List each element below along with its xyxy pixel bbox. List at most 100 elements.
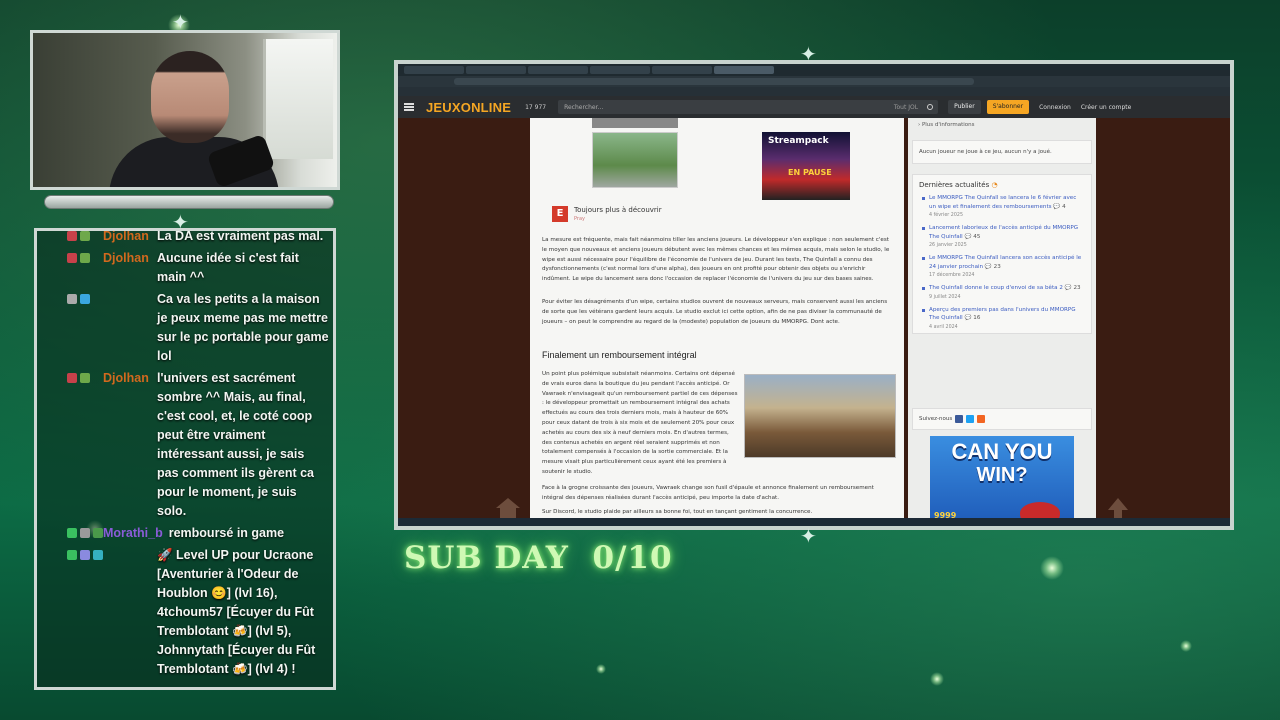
news-item[interactable]: Lancement laborieux de l'accès anticipé … [913, 221, 1091, 251]
follow-label: Suivez-nous [919, 416, 953, 422]
more-info-link[interactable]: › Plus d'informations [918, 122, 975, 128]
comment-count: 23 [1073, 285, 1081, 291]
chat-badge-icon [67, 253, 77, 263]
article-heading: Finalement un remboursement intégral [542, 350, 697, 360]
streamer-head [151, 51, 229, 143]
comment-icon: 💬 [1062, 285, 1074, 291]
comment-count: 45 [973, 233, 981, 240]
comment-icon: 💬 [962, 233, 974, 240]
chat-message: Djolhan La DA est vraiment pas mal. [67, 231, 329, 246]
news-link[interactable]: Lancement laborieux de l'accès anticipé … [929, 224, 1083, 241]
article-thumbnail[interactable] [592, 118, 678, 128]
subscribe-button[interactable]: S'abonner [986, 100, 1030, 114]
advertisement-banner[interactable]: CAN YOU WIN? 9999 [930, 436, 1074, 526]
chat-username[interactable]: Morathi_b [103, 524, 163, 543]
thumbnail-caption: Streampack [768, 136, 829, 146]
chat-username[interactable]: Djolhan [103, 231, 151, 246]
search-placeholder: Rechercher... [564, 103, 604, 111]
bookmarks-bar[interactable] [398, 87, 1230, 96]
url-field[interactable] [454, 78, 974, 85]
chat-badge-icon [67, 231, 77, 241]
chat-badge-icon [80, 253, 90, 263]
comment-count: 23 [993, 263, 1001, 270]
twitter-icon[interactable] [966, 415, 975, 423]
promo-logo-icon: E [552, 206, 568, 222]
browser-tab[interactable] [528, 66, 588, 74]
chat-message: Djolhan l'univers est sacrément sombre ^^… [67, 369, 329, 521]
article-paragraph: Pour éviter les désagréments d'un wipe, … [542, 299, 888, 325]
news-link[interactable]: The Quinfall donne le coup d'envoi de sa… [929, 284, 1083, 293]
browser-tab[interactable] [404, 66, 464, 74]
rss-icon[interactable]: ◔ [991, 181, 997, 189]
comment-count: 4 [1062, 203, 1066, 210]
news-list: Le MMORPG The Quinfall se lancera le 6 f… [913, 191, 1091, 333]
promo-source: Pray [574, 216, 586, 222]
hamburger-menu-icon[interactable] [404, 103, 414, 111]
article-screenshot-image[interactable] [744, 374, 896, 458]
chat-badge-icon [67, 294, 77, 304]
firefly-glow [930, 672, 944, 686]
ornament-icon: ✦ [172, 210, 189, 234]
news-item[interactable]: Le MMORPG The Quinfall se lancera le 6 f… [913, 191, 1091, 221]
chat-badge-icon [80, 528, 90, 538]
browser-tab-active[interactable] [714, 66, 774, 74]
ornament-icon: ✦ [800, 524, 817, 548]
firefly-glow [1040, 556, 1064, 580]
signup-link[interactable]: Créer un compte [1081, 104, 1131, 111]
chat-message-text: l'univers est sacrément sombre ^^ Mais, … [157, 371, 315, 518]
chat-badge-icon [80, 294, 90, 304]
facebook-icon[interactable] [955, 415, 964, 423]
news-item[interactable]: The Quinfall donne le coup d'envoi de sa… [913, 281, 1091, 303]
sub-day-label: SUB DAY [404, 540, 569, 576]
publish-button[interactable]: Publier [948, 100, 981, 114]
thumbnail-pause-label: EN PAUSE [788, 168, 832, 177]
chat-username[interactable]: Djolhan [103, 249, 151, 268]
comment-count: 16 [973, 315, 981, 321]
browser-capture: JEUXONLINE 17 977 Rechercher... Tout JOL… [394, 60, 1234, 530]
news-date: 17 décembre 2024 [929, 273, 975, 278]
chat-message-text: Ca va les petits a la maison je peux mem… [157, 292, 329, 363]
ad-headline: CAN YOU [951, 439, 1053, 464]
browser-tab[interactable] [466, 66, 526, 74]
news-title-text[interactable]: The Quinfall donne le coup d'envoi de sa… [929, 285, 1063, 291]
browser-tab[interactable] [590, 66, 650, 74]
news-link[interactable]: Aperçu des premiers pas dans l'univers d… [929, 306, 1083, 323]
news-title-text[interactable]: Aperçu des premiers pas dans l'univers d… [929, 307, 1076, 322]
browser-tab[interactable] [652, 66, 712, 74]
follow-box: Suivez-nous [912, 408, 1092, 430]
chat-message: Morathi_b remboursé in game [67, 524, 329, 543]
site-search-input[interactable]: Rechercher... Tout JOL [558, 100, 939, 114]
scroll-top-icon[interactable] [1106, 496, 1130, 520]
sub-day-counter: SUB DAY 0/10 [404, 540, 673, 576]
news-title: Dernières actualités ◔ [919, 181, 998, 189]
news-title-text[interactable]: Lancement laborieux de l'accès anticipé … [929, 225, 1078, 240]
news-item[interactable]: Aperçu des premiers pas dans l'univers d… [913, 303, 1091, 333]
sub-day-count: 0/10 [592, 540, 673, 576]
article-thumbnail[interactable] [592, 132, 678, 188]
news-link[interactable]: Le MMORPG The Quinfall lancera son accès… [929, 254, 1083, 271]
login-link[interactable]: Connexion [1039, 104, 1071, 111]
news-title-text[interactable]: Le MMORPG The Quinfall lancera son accès… [929, 255, 1081, 270]
home-icon[interactable] [494, 496, 522, 520]
chat-username[interactable]: Djolhan [103, 369, 151, 388]
search-scope-select[interactable]: Tout JOL [894, 104, 918, 111]
no-player-text: Aucun joueur ne joue à ce jeu, aucun n'y… [919, 149, 1052, 155]
comment-icon: 💬 [1051, 203, 1063, 210]
search-icon[interactable] [927, 104, 934, 110]
promo-title[interactable]: Toujours plus à découvrir [574, 206, 662, 214]
rss-icon[interactable] [977, 415, 986, 423]
chat-message-list: a 9 balle il me semble laDjolhanJ'ai dém… [37, 231, 333, 679]
chat-badge-icon [80, 373, 90, 383]
streampack-thumbnail[interactable]: Streampack EN PAUSE [762, 132, 850, 200]
site-logo[interactable]: JEUXONLINE [426, 100, 511, 115]
chat-badge-icon [67, 550, 77, 560]
article-paragraph: La mesure est fréquente, mais fait néanm… [542, 237, 890, 283]
chat-message-text: 🚀 Level UP pour Ucraone [Aventurier à l'… [157, 548, 316, 676]
chat-message: Ca va les petits a la maison je peux mem… [67, 290, 329, 366]
chat-message: Djolhan Aucune idée si c'est fait main ^^ [67, 249, 329, 287]
news-item[interactable]: Le MMORPG The Quinfall lancera son accès… [913, 251, 1091, 281]
news-link[interactable]: Le MMORPG The Quinfall se lancera le 6 f… [929, 194, 1083, 211]
chat-badge-icon [80, 550, 90, 560]
chat-badges [67, 524, 103, 538]
chat-badges [67, 546, 103, 560]
